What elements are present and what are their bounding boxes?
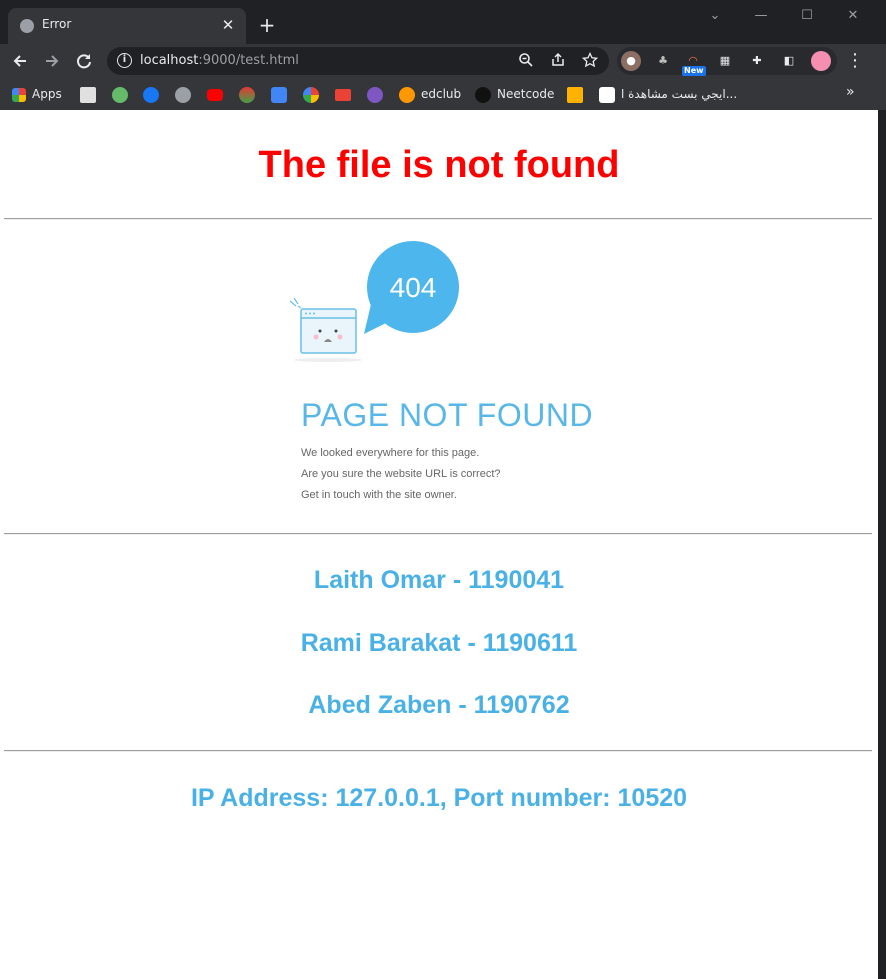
hint-line: Are you sure the website URL is correct? xyxy=(301,468,501,480)
extensions-tray: ● ♣ ◠ ▦ ✚ ◧ xyxy=(617,47,837,75)
youtube-icon[interactable] xyxy=(207,89,223,101)
chart-extension-icon[interactable]: ▦ xyxy=(715,51,735,71)
page-content: The file is not found 404 PAGE NOT FOUND… xyxy=(0,110,878,979)
team-member: Rami Barakat - 1190611 xyxy=(300,629,578,657)
bookmark-apps[interactable]: Apps xyxy=(12,85,62,103)
neetcode-icon xyxy=(475,86,491,103)
puzzle-icon[interactable]: ✚ xyxy=(747,51,767,71)
team-member: Laith Omar - 1190041 xyxy=(313,566,565,594)
edclub-icon xyxy=(399,86,415,103)
bookmark-star-icon[interactable] xyxy=(581,51,599,70)
back-button[interactable] xyxy=(8,50,32,72)
close-tab-button[interactable]: ✕ xyxy=(218,15,238,35)
forward-button[interactable] xyxy=(40,50,64,72)
new-badge: New xyxy=(682,66,706,76)
octopus-extension-icon[interactable]: ♣ xyxy=(653,51,673,71)
arrow-right-icon xyxy=(46,55,59,67)
apps-grid-icon xyxy=(12,87,26,102)
colorful-bookmark-icon[interactable] xyxy=(239,87,255,103)
avatar[interactable] xyxy=(811,51,831,71)
reload-button[interactable] xyxy=(72,50,96,72)
gmail-icon[interactable] xyxy=(335,89,351,101)
bubble-404-text: 404 xyxy=(390,272,437,303)
egybest-icon xyxy=(599,86,615,103)
bookmark-egybest[interactable]: ايجي بست مشاهدة ا... xyxy=(599,85,737,103)
globe-icon xyxy=(20,19,34,33)
facebook-icon[interactable] xyxy=(143,87,159,103)
bookmark-neetcode[interactable]: Neetcode xyxy=(475,85,554,103)
divider xyxy=(4,533,872,535)
tab-search-button[interactable]: ⌄ xyxy=(700,6,730,26)
divider xyxy=(4,218,872,220)
arrow-left-icon xyxy=(13,55,26,67)
bolt-bookmark-icon[interactable] xyxy=(567,87,583,103)
hint-line: Get in touch with the site owner. xyxy=(301,489,457,501)
share-icon[interactable] xyxy=(549,52,567,70)
tab-title: Error xyxy=(42,17,72,31)
close-window-button[interactable]: ✕ xyxy=(838,6,868,26)
browser-toolbar: i localhost:9000/test.html ● ♣ ◠ ▦ ✚ ◧ ⋮ xyxy=(0,44,886,78)
team-member: Abed Zaben - 1190762 xyxy=(308,691,570,719)
site-info-icon[interactable]: i xyxy=(117,53,132,68)
google-icon[interactable] xyxy=(303,87,319,103)
window-edge xyxy=(878,110,886,979)
browser-titlebar: Error ✕ + ⌄ — ☐ ✕ xyxy=(0,0,886,44)
divider xyxy=(4,750,872,752)
page-title: The file is not found xyxy=(258,144,620,186)
zoom-icon[interactable] xyxy=(517,52,535,70)
maximize-button[interactable]: ☐ xyxy=(792,6,822,26)
server-info: IP Address: 127.0.0.1, Port number: 1052… xyxy=(190,784,688,812)
more-menu-icon[interactable]: ⋮ xyxy=(846,50,864,72)
bookmarks-more-button[interactable]: » xyxy=(846,84,855,100)
tree-bookmark-icon[interactable] xyxy=(112,87,128,103)
hint-line: We looked everywhere for this page. xyxy=(301,447,480,459)
minimize-button[interactable]: — xyxy=(746,6,776,26)
u-bookmark-icon[interactable] xyxy=(367,87,383,103)
globe-bookmark-icon[interactable] xyxy=(175,87,191,103)
google-translate-icon[interactable] xyxy=(271,87,287,103)
bookmarks-bar: Apps edclub Neetcode ايجي بست مشاهدة ا..… xyxy=(0,78,886,110)
new-tab-button[interactable]: + xyxy=(256,14,278,36)
tab-error[interactable]: Error ✕ xyxy=(8,8,246,44)
url-text[interactable]: localhost:9000/test.html xyxy=(140,53,299,68)
side-panel-icon[interactable]: ◧ xyxy=(779,51,799,71)
browser-window-icon xyxy=(289,297,362,362)
bookmark-edclub[interactable]: edclub xyxy=(399,85,461,103)
page-not-found-heading: PAGE NOT FOUND xyxy=(301,397,594,433)
address-bar[interactable]: i localhost:9000/test.html xyxy=(107,47,609,75)
owl-extension-icon[interactable]: ● xyxy=(621,51,641,71)
doc-bookmark-icon[interactable] xyxy=(80,87,96,103)
reload-icon xyxy=(77,54,91,69)
